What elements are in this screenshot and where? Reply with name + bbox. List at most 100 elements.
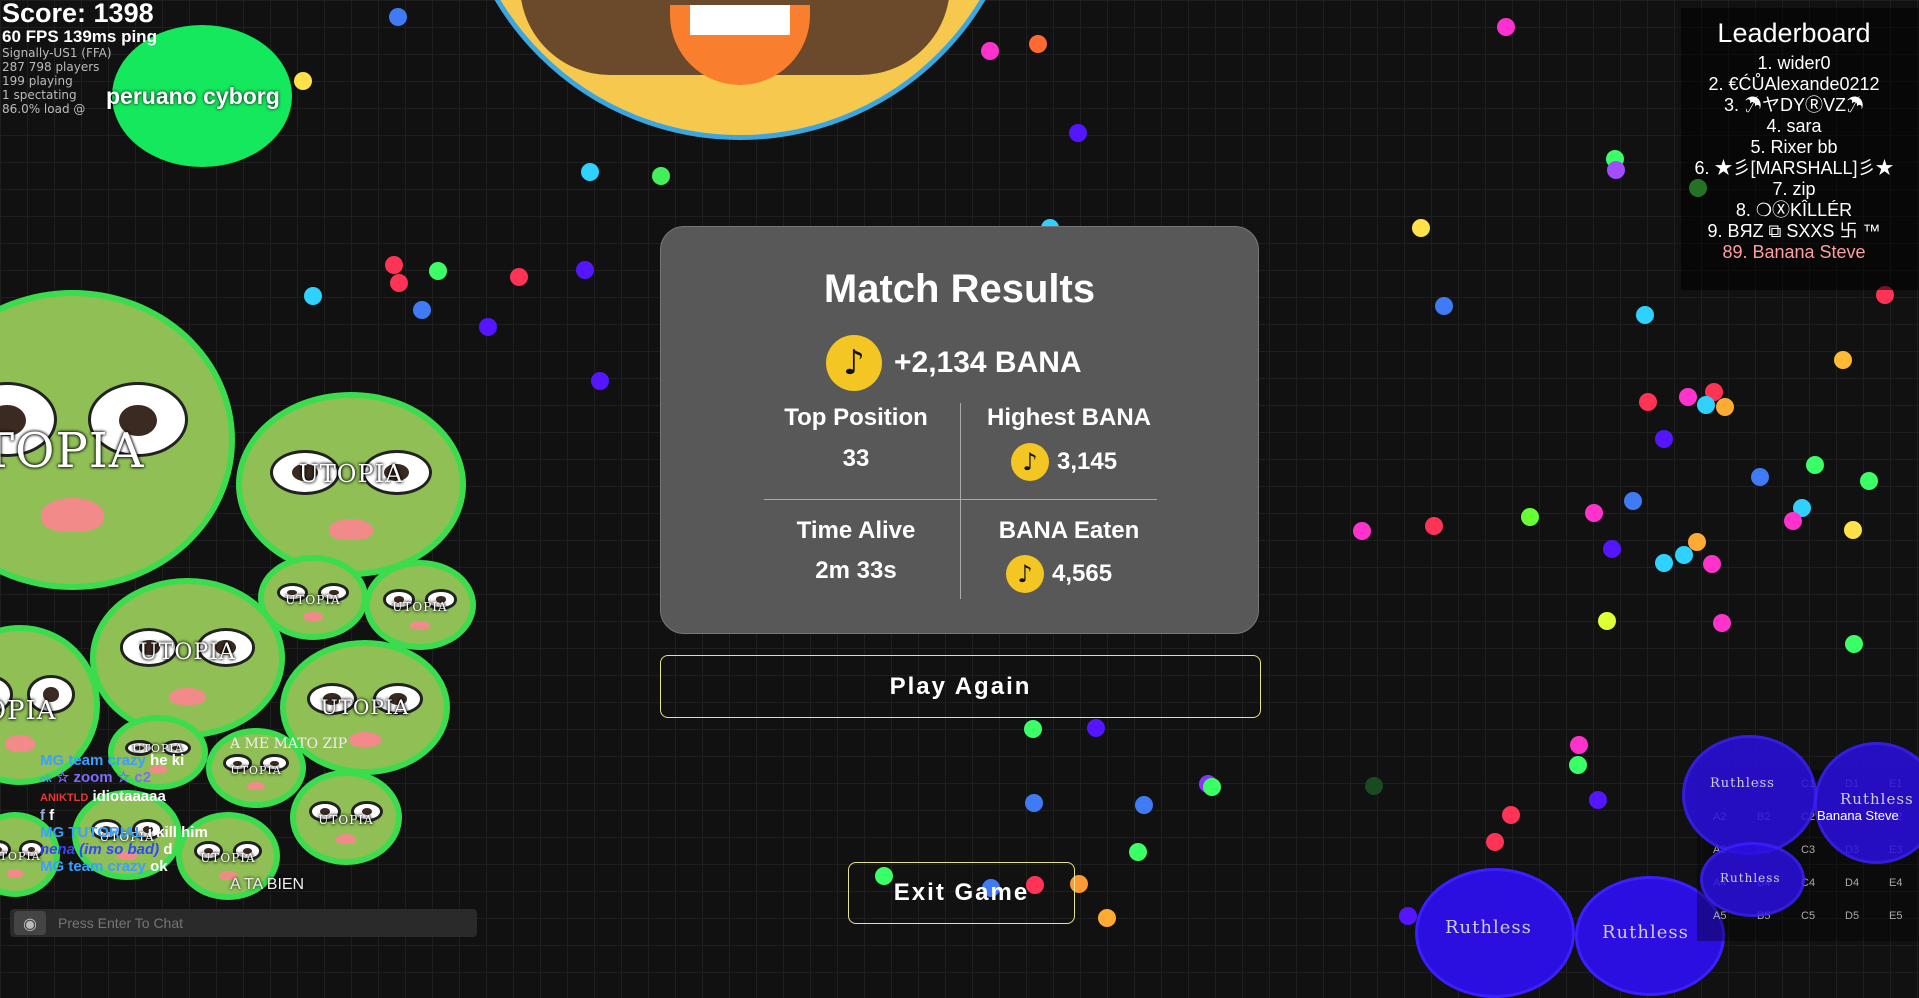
- highest-bana-row: ♪ 3,145: [1011, 443, 1117, 481]
- food-pellet: [1129, 843, 1147, 861]
- food-pellet: [1069, 124, 1087, 142]
- food-pellet: [1087, 719, 1105, 737]
- ruthless-label: Ruthless: [1602, 922, 1689, 943]
- food-pellet: [304, 287, 322, 305]
- food-pellet: [591, 372, 609, 390]
- hud-stats: Score: 1398 60 FPS 139ms ping Signally-U…: [2, 0, 157, 115]
- bana-eaten-row: ♪ 4,565: [1006, 555, 1112, 593]
- chat-message: MG team crazy he ki: [40, 752, 185, 769]
- leaderboard-entry: 6. ★彡[MARSHALL]彡★: [1694, 158, 1894, 178]
- leaderboard: Leaderboard 1. wider0 2. €ĆŮAlexande0212…: [1681, 8, 1919, 290]
- food-pellet: [1636, 306, 1654, 324]
- bana-coin-icon: ♪: [1006, 555, 1044, 593]
- food-pellet: [1845, 635, 1863, 653]
- cell-label: A TA BIEN: [230, 876, 305, 893]
- food-pellet: [1365, 777, 1383, 795]
- chat-message: ANIKTLD idiotaaaaa: [40, 788, 166, 805]
- utopia-cell: UTOPIA: [90, 578, 285, 738]
- food-pellet: [1203, 778, 1221, 796]
- food-pellet: [581, 163, 599, 181]
- score-text: Score: 1398: [2, 0, 154, 28]
- food-pellet: [652, 167, 670, 185]
- chat-bar: ◉: [10, 909, 477, 937]
- food-pellet: [1399, 907, 1417, 925]
- utopia-cell-large: UTOPIA: [0, 290, 235, 590]
- highest-bana-value: 3,145: [1057, 448, 1118, 475]
- minimap-sector-label: A5: [1713, 910, 1727, 922]
- food-pellet: [1844, 521, 1862, 539]
- time-alive-label: Time Alive: [796, 517, 916, 544]
- food-pellet: [479, 318, 497, 336]
- food-pellet: [1521, 508, 1539, 526]
- chat-message: MG team crazy ok: [40, 858, 168, 875]
- top-position-label: Top Position: [784, 404, 928, 431]
- highest-bana-label: Highest BANA: [986, 404, 1151, 431]
- bana-coin-icon: ♪: [826, 335, 882, 391]
- leaderboard-entry: 7. zip: [1772, 179, 1816, 199]
- leaderboard-entry: 2. €ĆŮAlexande0212: [1708, 74, 1880, 94]
- top-position-value: 33: [842, 445, 870, 472]
- playing-text: 199 playing: [2, 74, 73, 88]
- minimap-sector-label: C3: [1801, 844, 1816, 856]
- minimap-sector-label: C5: [1801, 910, 1816, 922]
- food-pellet: [1135, 796, 1153, 814]
- food-pellet: [294, 72, 312, 90]
- banana-steve-label: Banana Steve: [1817, 808, 1899, 823]
- minimap-sector-label: E4: [1889, 877, 1903, 889]
- server-text: Signally-US1 (FFA): [2, 46, 112, 60]
- food-pellet: [1502, 806, 1520, 824]
- food-pellet: [1751, 468, 1769, 486]
- chat-message: ok ☆ zoom ☆ c2: [40, 769, 152, 786]
- food-pellet: [1497, 18, 1515, 36]
- food-pellet: [1639, 393, 1657, 411]
- chat-log: MG team crazy he ki ok ☆ zoom ☆ c2 ANIKT…: [40, 752, 208, 875]
- play-again-button[interactable]: Play Again: [660, 655, 1261, 718]
- food-pellet: [1697, 396, 1715, 414]
- leaderboard-entry: 8. ❍ⓍKÎLLÉR: [1735, 200, 1853, 220]
- bana-eaten-value: 4,565: [1052, 560, 1113, 587]
- food-pellet: [385, 256, 403, 274]
- food-pellet: [413, 301, 431, 319]
- cell-label: A ME MATO ZIP: [230, 736, 348, 752]
- chat-message: f f: [40, 807, 55, 824]
- chat-message: nena (im so bad) d: [40, 841, 173, 858]
- utopia-cell: UTOPIA: [236, 392, 466, 577]
- exit-game-button[interactable]: Exit Game: [848, 862, 1075, 924]
- food-pellet: [1412, 219, 1430, 237]
- food-pellet: [390, 274, 408, 292]
- food-pellet: [1029, 35, 1047, 53]
- minimap-sector-label: E5: [1889, 910, 1903, 922]
- emoji-cell: [455, 0, 1025, 140]
- stats-divider-horizontal: [764, 499, 1157, 500]
- chat-message: MG TUTORIAL i kill him: [40, 824, 208, 841]
- food-pellet: [1569, 756, 1587, 774]
- food-pellet: [1806, 456, 1824, 474]
- reward-row: ♪ +2,134 BANA: [826, 335, 1082, 391]
- food-pellet: [1598, 612, 1616, 630]
- food-pellet: [1435, 297, 1453, 315]
- time-alive-value: 2m 33s: [815, 557, 897, 584]
- leaderboard-title: Leaderboard: [1717, 18, 1871, 48]
- food-pellet: [1860, 472, 1878, 490]
- minimap-sector-label: D4: [1845, 877, 1860, 889]
- food-pellet: [1655, 554, 1673, 572]
- leaderboard-entry: 4. sara: [1766, 116, 1822, 136]
- ruthless-label: Ruthless: [1720, 871, 1781, 885]
- spectating-text: 1 spectating: [2, 88, 77, 102]
- food-pellet: [1570, 736, 1588, 754]
- bana-eaten-label: BANA Eaten: [998, 517, 1140, 544]
- food-pellet: [1713, 614, 1731, 632]
- food-pellet: [1486, 833, 1504, 851]
- ruthless-cell: [1682, 735, 1817, 855]
- food-pellet: [1607, 161, 1625, 179]
- minimap-sector-label: D5: [1845, 910, 1860, 922]
- food-pellet: [429, 262, 447, 280]
- leaderboard-entry: 1. wider0: [1757, 53, 1831, 73]
- chat-input[interactable]: [56, 911, 470, 935]
- load-text: 86.0% load @: [2, 102, 86, 116]
- food-pellet: [510, 268, 528, 286]
- eye-icon[interactable]: ◉: [14, 911, 46, 935]
- food-pellet: [1716, 398, 1734, 416]
- ruthless-label: Ruthless: [1840, 790, 1914, 808]
- leaderboard-entry: 9. BЯZ ⧉ SXXS 卐 ™: [1707, 221, 1881, 241]
